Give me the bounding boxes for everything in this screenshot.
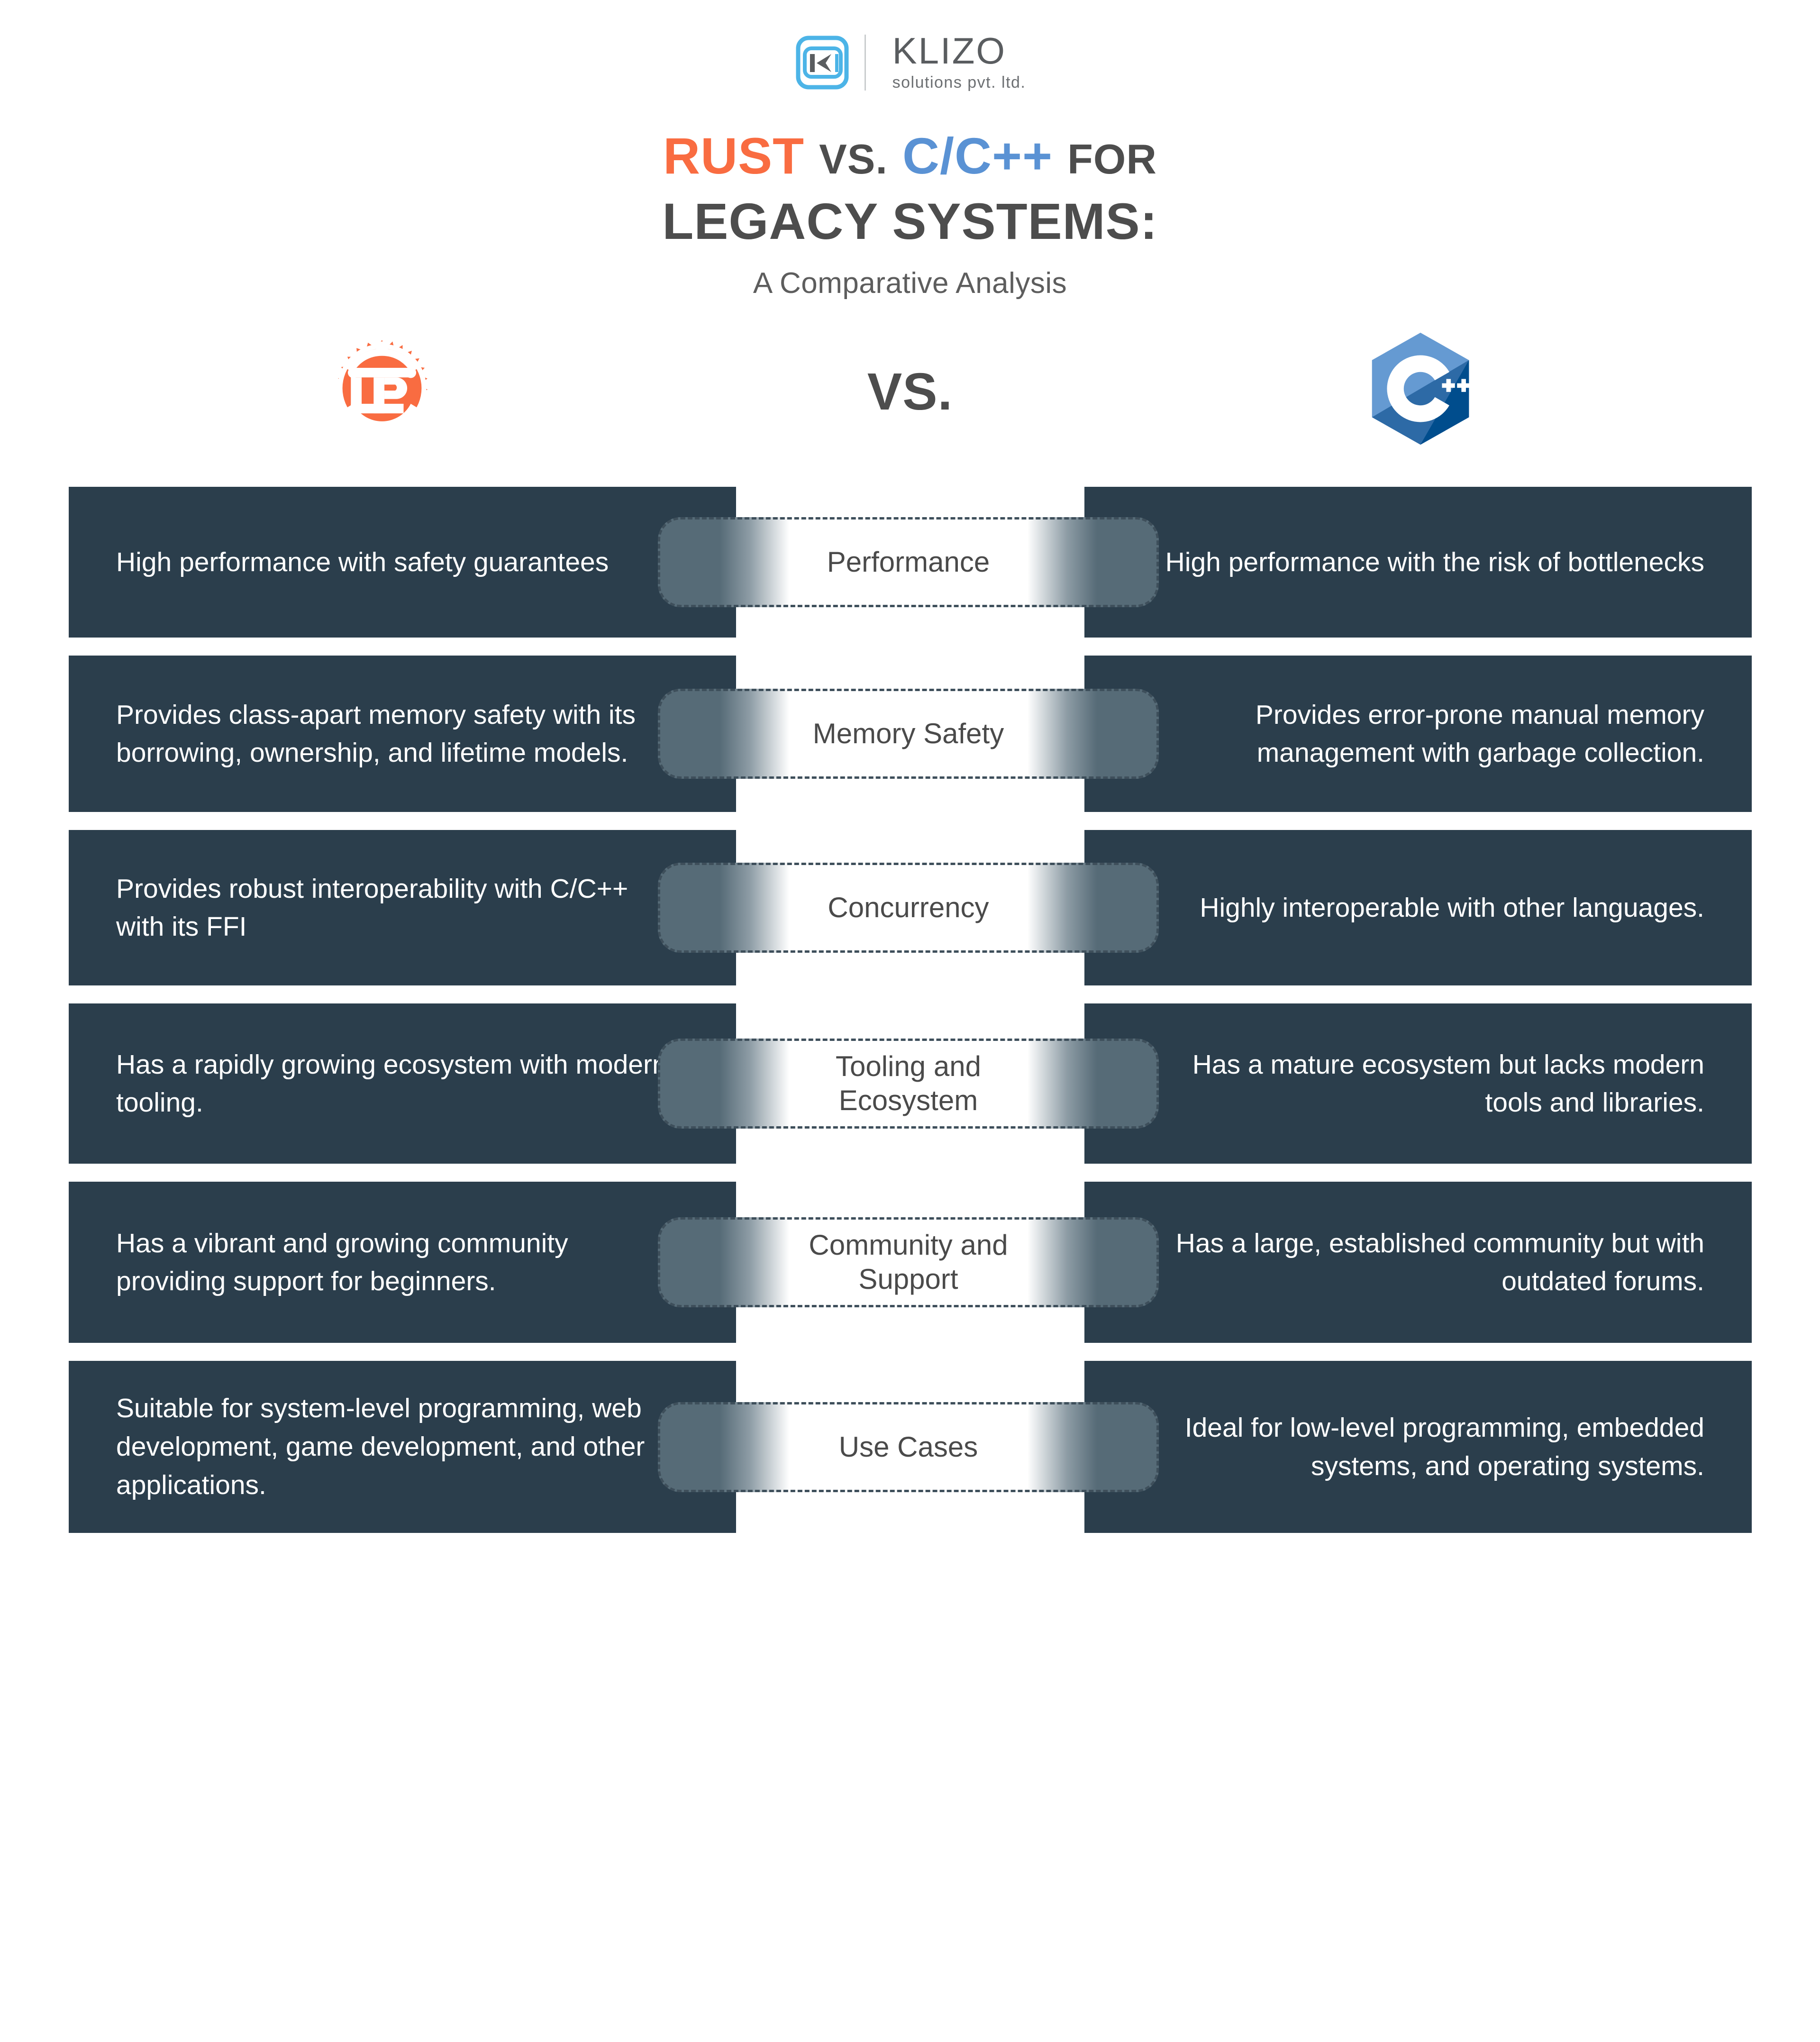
page-title-line-2: LEGACY SYSTEMS: bbox=[662, 192, 1158, 250]
criterion-label: Performance bbox=[827, 546, 990, 578]
title-rust: RUST bbox=[663, 127, 805, 184]
cpp-cell: Ideal for low-level programming, embedde… bbox=[1084, 1361, 1752, 1533]
title-block: RUST VS. C/C++ FOR LEGACY SYSTEMS: A Com… bbox=[0, 123, 1820, 300]
criterion-label: Concurrency bbox=[828, 892, 989, 924]
title-for: FOR bbox=[1067, 136, 1157, 182]
criterion-tab[interactable]: Memory Safety bbox=[658, 689, 1159, 779]
cpp-cell: High performance with the risk of bottle… bbox=[1084, 487, 1752, 638]
criterion-tab[interactable]: Community and Support bbox=[658, 1217, 1159, 1308]
brand-divider bbox=[864, 35, 866, 91]
table-row: High performance with safety guarantees … bbox=[0, 487, 1820, 638]
brand-wordmark: KLIZO solutions pvt. ltd. bbox=[892, 30, 1026, 92]
brand-tagline: solutions pvt. ltd. bbox=[892, 73, 1026, 91]
klizo-k-mark-icon bbox=[796, 36, 849, 90]
cpp-cell: Has a large, established community but w… bbox=[1084, 1182, 1752, 1343]
rust-cell: Has a vibrant and growing community prov… bbox=[69, 1182, 736, 1343]
comparison-table: High performance with safety guarantees … bbox=[0, 487, 1820, 1533]
criterion-tab[interactable]: Tooling and Ecosystem bbox=[658, 1039, 1159, 1129]
title-cpp: C/C++ bbox=[902, 127, 1053, 184]
rust-cell: Suitable for system-level programming, w… bbox=[69, 1361, 736, 1533]
criterion-label: Memory Safety bbox=[812, 718, 1004, 750]
criterion-label: Tooling and Ecosystem bbox=[836, 1050, 981, 1117]
criterion-label: Community and Support bbox=[809, 1229, 1008, 1295]
table-row: Has a rapidly growing ecosystem with mod… bbox=[0, 1003, 1820, 1164]
rust-cell: Provides class-apart memory safety with … bbox=[69, 656, 736, 812]
logo-strip: VS. bbox=[0, 325, 1820, 467]
page-subtitle: A Comparative Analysis bbox=[753, 267, 1067, 300]
table-row: Has a vibrant and growing community prov… bbox=[0, 1182, 1820, 1343]
cpp-cell: Provides error-prone manual memory manag… bbox=[1084, 656, 1752, 812]
criterion-tab[interactable]: Use Cases bbox=[658, 1402, 1159, 1492]
table-row: Suitable for system-level programming, w… bbox=[0, 1361, 1820, 1533]
table-row: Provides class-apart memory safety with … bbox=[0, 656, 1820, 812]
title-vs: VS. bbox=[819, 136, 888, 182]
brand-header: KLIZO solutions pvt. ltd. bbox=[0, 0, 1820, 96]
rust-cell: High performance with safety guarantees bbox=[69, 487, 736, 638]
versus-label: VS. bbox=[867, 363, 953, 421]
criterion-tab[interactable]: Performance bbox=[658, 517, 1159, 608]
criterion-tab[interactable]: Concurrency bbox=[658, 863, 1159, 953]
cplusplus-hexagon-logo-icon bbox=[1372, 333, 1470, 445]
page-title-line-1: RUST VS. C/C++ FOR bbox=[0, 123, 1820, 189]
rust-cell: Has a rapidly growing ecosystem with mod… bbox=[69, 1003, 736, 1164]
brand-lockup: KLIZO solutions pvt. ltd. bbox=[794, 29, 1026, 96]
table-row: Provides robust interoperability with C/… bbox=[0, 830, 1820, 986]
criterion-label: Use Cases bbox=[838, 1431, 978, 1463]
rust-cell: Provides robust interoperability with C/… bbox=[69, 830, 736, 986]
cpp-cell: Highly interoperable with other language… bbox=[1084, 830, 1752, 986]
brand-name: KLIZO bbox=[892, 30, 1007, 72]
cpp-cell: Has a mature ecosystem but lacks modern … bbox=[1084, 1003, 1752, 1164]
